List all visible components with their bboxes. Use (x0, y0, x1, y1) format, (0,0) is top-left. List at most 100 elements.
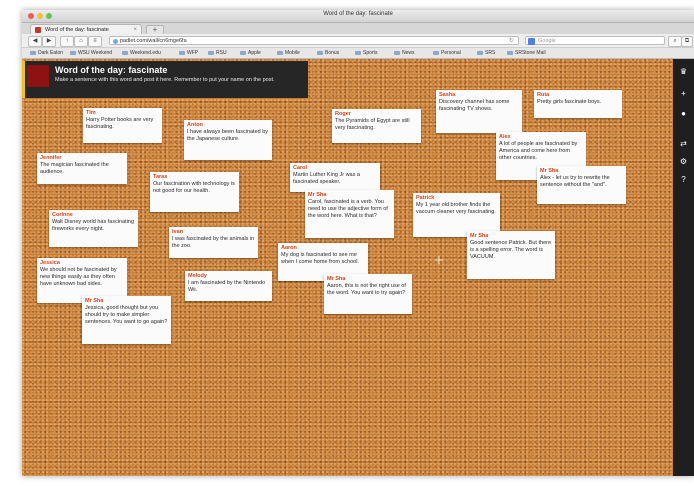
post-note[interactable]: Corinne Walt Disney world has fascinatin… (49, 210, 138, 247)
bookmark-item[interactable]: SRS (477, 48, 495, 58)
post-text: Aaron, this is not the right use of the … (327, 283, 406, 296)
post-note[interactable]: Taras Our fascination with technology is… (150, 172, 239, 212)
move-cursor-icon (435, 256, 443, 264)
bookmark-item[interactable]: WFP (179, 48, 198, 58)
padlet-sidebar: ♛ + ● ⇄ ⚙ ? (673, 59, 694, 476)
bookmark-item[interactable]: Apple (240, 48, 261, 58)
post-author: Mr Sha (540, 168, 559, 174)
help-icon[interactable]: ? (679, 175, 688, 184)
post-text: The magician fascinated the audience. (40, 162, 109, 175)
wall-thumbnail[interactable] (27, 65, 49, 87)
bookmark-item[interactable]: WSU Weekend (70, 48, 112, 58)
profile-icon[interactable]: ● (679, 109, 688, 118)
post-text: Harry Potter books are very fascinating. (86, 117, 154, 130)
post-note[interactable]: Mr Sha Aaron, this is not the right use … (324, 274, 412, 314)
post-text: I am fascinated by the Nintendo Wii. (188, 280, 266, 293)
forward-button[interactable]: ▶ (42, 36, 56, 47)
post-note[interactable]: Jennifer The magician fascinated the aud… (37, 153, 127, 184)
search-icon[interactable]: ⌕ (668, 36, 682, 47)
search-input[interactable]: Google (525, 36, 665, 45)
back-button[interactable]: ◀ (28, 36, 42, 47)
bookmark-item[interactable]: Sports (355, 48, 377, 58)
post-note[interactable]: Mr Sha Carol, fascinated is a verb. You … (305, 190, 394, 238)
post-author: Alex (499, 134, 511, 140)
bookmark-button[interactable]: ⌂ (74, 36, 88, 47)
post-author: Taras (153, 174, 168, 180)
bookmark-item[interactable]: Mobile (277, 48, 300, 58)
wall-header: Word of the day: fascinate Make a senten… (22, 61, 308, 98)
post-author: Roger (335, 111, 351, 117)
post-author: Mr Sha (85, 298, 104, 304)
share-button[interactable]: ↑ (60, 36, 74, 47)
post-text: Our fascination with technology is not g… (153, 181, 235, 194)
post-text: Discovery channel has some fascinating T… (439, 99, 510, 112)
wall-title: Word of the day: fascinate (55, 65, 168, 75)
post-note[interactable]: Anton I have always been fascinated by t… (184, 120, 272, 160)
tab-bar: Word of the day: fascinate × + (22, 23, 694, 36)
post-text: My 1 year old brother finds the vaccum c… (416, 202, 496, 215)
post-text: Pretty girls fascinate boys. (537, 99, 602, 105)
post-text: Good sentence Patrick. But there is a sp… (470, 240, 552, 260)
post-note[interactable]: Carol Martin Luther King Jr was a fascin… (290, 163, 380, 192)
search-engine-icon (528, 38, 535, 45)
browser-window: Word of the day: fascinate Word of the d… (22, 10, 694, 476)
post-note[interactable]: Ivan I was fascinated by the animals in … (169, 227, 258, 258)
post-author: Corinne (52, 212, 73, 218)
add-post-icon[interactable]: + (679, 89, 688, 98)
post-author: Ivan (172, 229, 184, 235)
post-text: My dog is fascinated to see me when I co… (281, 252, 359, 265)
post-author: Aaron (281, 245, 297, 251)
post-author: Mr Sha (470, 233, 489, 239)
post-author: Patrick (416, 195, 435, 201)
browser-toolbar: ◀ ▶ ↑ ⌂ ≡ padlet.com/wall/cn6mge6fa ↻ Go… (22, 34, 694, 48)
bookmark-item[interactable]: SRStone Mail (507, 48, 546, 58)
address-bar[interactable]: padlet.com/wall/cn6mge6fa ↻ (109, 36, 519, 45)
post-author: Melody (188, 273, 207, 279)
site-icon (113, 39, 118, 44)
post-note[interactable]: Mr Sha Alex - let us try to rewrite the … (537, 166, 626, 204)
reader-button[interactable]: ≡ (88, 36, 102, 47)
post-author: Anton (187, 122, 203, 128)
post-note[interactable]: Mr Sha Good sentence Patrick. But there … (467, 231, 555, 279)
post-author: Mr Sha (327, 276, 346, 282)
bookmark-item[interactable]: Weekend.edu (122, 48, 161, 58)
url-text: padlet.com/wall/cn6mge6fa (120, 38, 187, 44)
post-note[interactable]: Tim Harry Potter books are very fascinat… (83, 108, 162, 143)
post-text: A lot of people are fascinated by Americ… (499, 141, 578, 161)
bookmark-item[interactable]: Dark Eaton (30, 48, 63, 58)
settings-icon[interactable]: ⚙ (679, 157, 688, 166)
bookmark-item[interactable]: Bonus (317, 48, 339, 58)
search-placeholder: Google (538, 38, 556, 44)
crown-icon[interactable]: ♛ (679, 67, 688, 76)
post-note[interactable]: Melody I am fascinated by the Nintendo W… (185, 271, 272, 301)
post-note[interactable]: Mr Sha Jessica, good thought but you sho… (82, 296, 171, 344)
post-text: The Pyramids of Egypt are still very fas… (335, 118, 410, 131)
post-text: Martin Luther King Jr was a fascinated s… (293, 172, 360, 185)
bookmark-item[interactable]: RSU (208, 48, 227, 58)
post-text: I was fascinated by the animals in the z… (172, 236, 255, 249)
reload-icon[interactable]: ↻ (509, 37, 514, 46)
share-icon[interactable]: ⇄ (679, 139, 688, 148)
post-text: I have always been fascinated by the Jap… (187, 129, 269, 142)
post-note[interactable]: Sasha Discovery channel has some fascina… (436, 90, 522, 133)
window-title: Word of the day: fascinate (323, 11, 393, 17)
bookmark-item[interactable]: News (394, 48, 415, 58)
post-text: Alex - let us try to rewrite the sentenc… (540, 175, 610, 188)
post-note[interactable]: Ruta Pretty girls fascinate boys. (534, 90, 622, 118)
accent-bar (22, 61, 25, 98)
post-author: Ruta (537, 92, 550, 98)
post-author: Jennifer (40, 155, 62, 161)
post-author: Sasha (439, 92, 456, 98)
title-bar: Word of the day: fascinate (22, 10, 694, 23)
post-text: Jessica, good thought but you should try… (85, 305, 168, 325)
post-text: We should not be fascinated by new thing… (40, 267, 117, 287)
post-author: Jessica (40, 260, 60, 266)
post-author: Carol (293, 165, 308, 171)
downloads-icon[interactable]: ⧉ (681, 36, 693, 47)
wall-description: Make a sentence with this word and post … (55, 77, 275, 83)
post-note[interactable]: Roger The Pyramids of Egypt are still ve… (332, 109, 421, 143)
bookmark-item[interactable]: Personal (433, 48, 461, 58)
padlet-favicon-icon (35, 27, 41, 33)
bookmarks-bar: Dark Eaton WSU Weekend Weekend.edu WFP R… (22, 48, 694, 59)
post-text: Walt Disney world has fascinating firewo… (52, 219, 135, 232)
